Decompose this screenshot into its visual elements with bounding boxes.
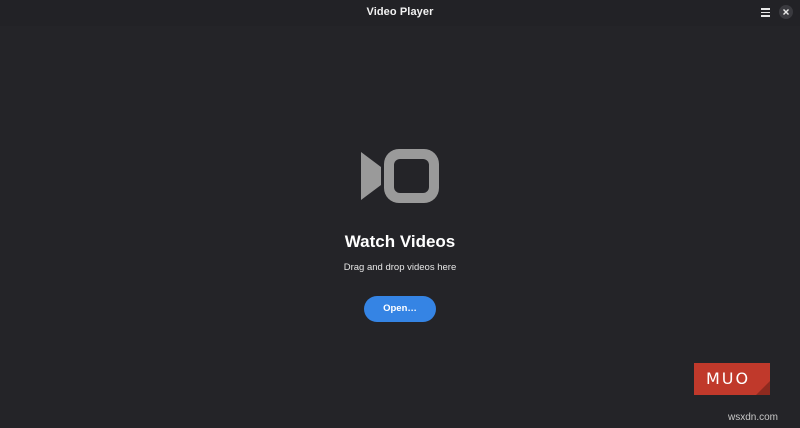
video-player-window: Video Player Watch Videos Drag and drop …: [0, 0, 800, 428]
open-button[interactable]: Open…: [364, 296, 436, 322]
video-camera-icon: [361, 149, 439, 203]
muo-logo-text: MUO: [706, 369, 751, 388]
empty-state-heading: Watch Videos: [344, 232, 456, 251]
watermark: wsxdn.com: [728, 412, 779, 423]
empty-state: Watch Videos Drag and drop videos here O…: [0, 0, 800, 428]
empty-state-description: Drag and drop videos here: [343, 262, 457, 273]
